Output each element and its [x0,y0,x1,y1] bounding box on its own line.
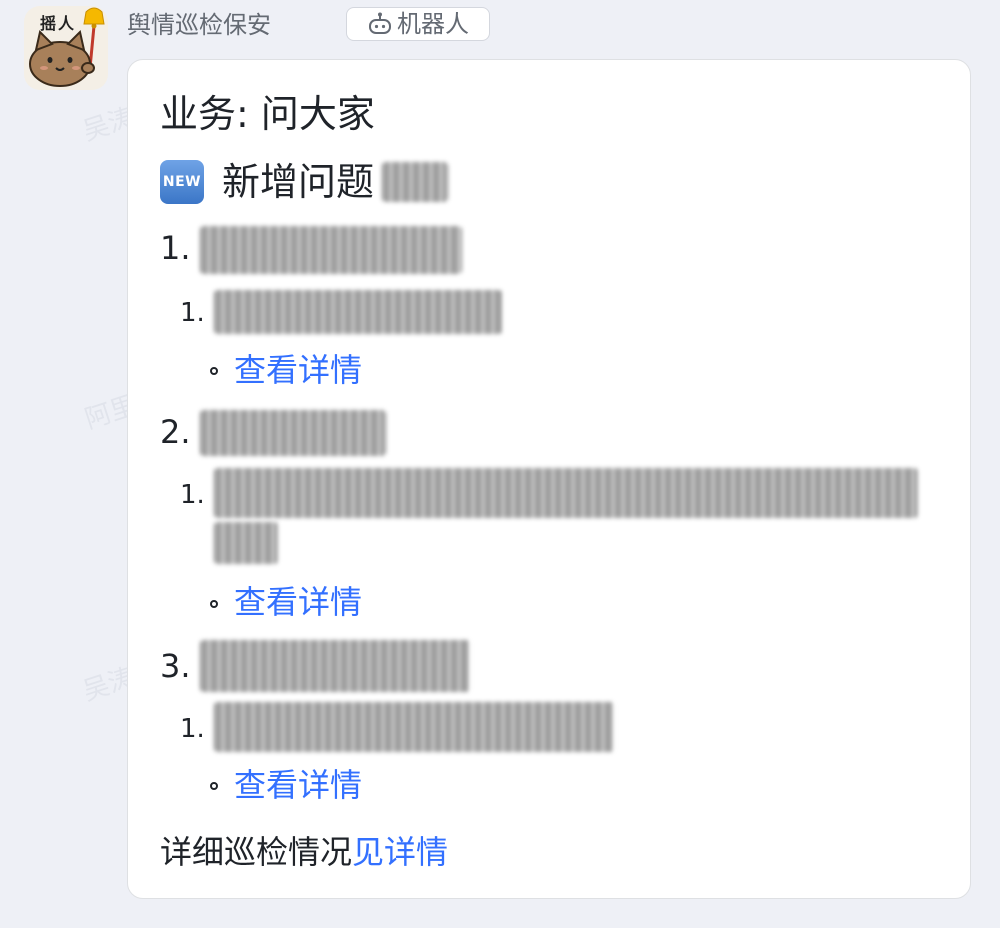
redacted-count [382,162,449,202]
redacted-sub-item-wrap [214,522,278,564]
redacted-sub-item [214,702,614,752]
view-details-link[interactable]: 查看详情 [234,765,362,805]
cat-bell-icon [29,7,105,87]
new-section-header: NEW 新增问题 [160,156,449,208]
redacted-sub-item [214,290,502,334]
bullet-dot [210,782,218,790]
issue-number: 3. [160,647,191,685]
bullet-dot [210,367,218,375]
sender-name[interactable]: 舆情巡检保安 [127,10,271,40]
robot-icon [369,12,391,34]
footer-label: 详细巡检情况 [160,833,353,871]
business-title: 业务: 问大家 [160,92,375,136]
bot-badge: 机器人 [346,7,490,41]
redacted-sub-item [214,468,918,518]
redacted-issue-title [200,226,462,274]
footer-details-link[interactable]: 见详情 [352,833,448,871]
redacted-issue-title [200,410,386,456]
issue-number: 2. [160,413,191,451]
sub-item-number: 1. [180,298,205,328]
message-card: 业务: 问大家 NEW 新增问题 1. 1. 查看详情 2. 1. 查看详情 3… [127,59,971,899]
sub-item-number: 1. [180,714,205,744]
bot-badge-label: 机器人 [397,10,469,38]
new-icon: NEW [160,160,204,204]
sub-item-number: 1. [180,480,205,510]
view-details-link[interactable]: 查看详情 [234,350,362,390]
bullet-dot [210,600,218,608]
new-section-heading: 新增问题 [222,160,375,204]
footer-summary: 详细巡检情况见详情 [160,832,448,872]
issue-number: 1. [160,229,191,267]
view-details-link[interactable]: 查看详情 [234,582,362,622]
sender-avatar[interactable]: 摇人 [24,6,108,90]
redacted-issue-title [200,640,470,692]
